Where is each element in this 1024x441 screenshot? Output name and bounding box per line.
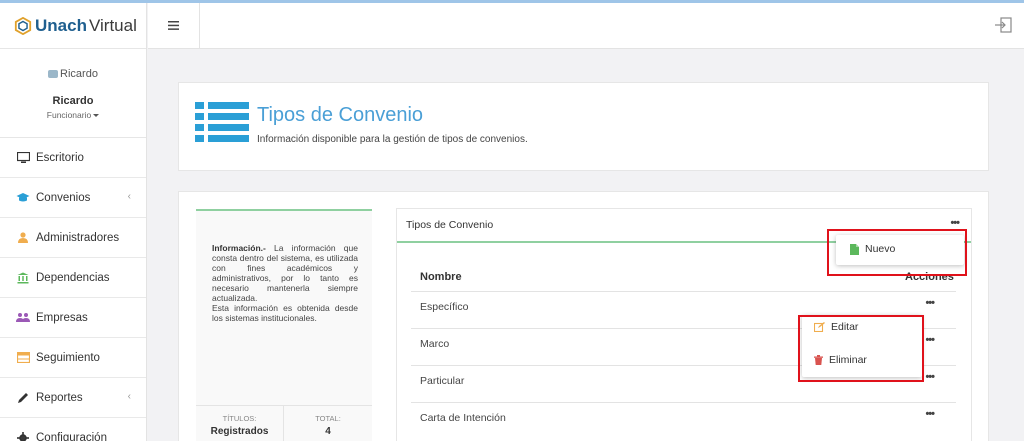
stat-total: TOTAL: 4 [284,406,372,441]
chevron-left-icon: ‹ [127,391,131,402]
row-name: Particular [420,375,465,387]
stat-value: 4 [325,426,331,437]
avatar: Ricardo [48,68,98,80]
sidebar-item-reportes[interactable]: Reportes ‹ [0,378,146,418]
hexagon-logo-icon [14,16,32,35]
highlight-box-nuevo [827,229,967,276]
list-icon [195,102,249,142]
page-subtitle: Información disponible para la gestión d… [257,134,528,145]
user-panel: Ricardo Ricardo Funcionario [0,49,146,138]
user-role-dropdown[interactable]: Funcionario [0,110,146,120]
table-icon [16,351,30,365]
row-name: Específico [420,301,469,313]
user-name: Ricardo [52,95,94,107]
row-actions-icon[interactable]: ••• [925,334,935,346]
stat-value: Registrados [210,426,269,437]
page-header: Tipos de Convenio Información disponible… [178,82,989,171]
stat-titulos: TÍTULOS: Registrados [196,406,284,441]
users-icon [16,311,30,325]
more-options-icon[interactable]: ••• [950,217,960,229]
menu-toggle-button[interactable] [148,3,200,48]
brand-logo[interactable]: Unach Virtual [0,3,146,49]
sidebar-item-empresas[interactable]: Empresas [0,298,146,338]
info-text: Información.- La información que consta … [212,243,358,323]
page-title: Tipos de Convenio [257,104,424,126]
table-card-title: Tipos de Convenio [406,219,494,231]
row-actions-icon[interactable]: ••• [925,371,935,383]
row-name: Carta de Intención [420,412,506,424]
user-role: Funcionario [46,110,92,120]
brand-name-light: Virtual [88,15,137,35]
chevron-left-icon: ‹ [127,191,131,202]
sidebar: Unach Virtual Ricardo Ricardo Funcionari… [0,3,147,441]
sidebar-item-label: Convenios [36,191,91,204]
stat-label: TÍTULOS: [222,414,257,423]
top-bar [148,3,1024,49]
sidebar-item-convenios[interactable]: Convenios ‹ [0,178,146,218]
avatar-alt-text: Ricardo [60,68,98,80]
sidebar-item-label: Administradores [36,231,120,244]
sidebar-item-label: Escritorio [36,151,84,164]
sidebar-item-label: Seguimiento [36,351,100,364]
user-icon [16,231,30,245]
highlight-box-row-actions [798,315,924,382]
row-actions-icon[interactable]: ••• [925,408,935,420]
institution-icon [16,271,30,285]
sidebar-item-administradores[interactable]: Administradores [0,218,146,258]
info-box: Información.- La información que consta … [196,209,372,441]
sidebar-item-dependencias[interactable]: Dependencias [0,258,146,298]
desktop-icon [16,151,30,165]
row-actions-icon[interactable]: ••• [925,297,935,309]
sidebar-item-configuracion[interactable]: Configuración [0,418,146,441]
broken-image-icon [48,70,59,78]
gear-icon [16,431,30,441]
sidebar-item-label: Reportes [36,391,83,404]
row-name: Marco [420,338,450,350]
column-header-nombre: Nombre [420,271,462,283]
sidebar-item-label: Configuración [36,431,107,441]
sidebar-item-escritorio[interactable]: Escritorio [0,138,146,178]
info-paragraph-2: Esta información es obtenida desde los s… [212,303,358,323]
stat-label: TOTAL: [315,414,341,423]
brand-name-strong: Unach [35,15,87,35]
sidebar-item-label: Dependencias [36,271,110,284]
info-stats: TÍTULOS: Registrados TOTAL: 4 [196,405,372,441]
table-row: Carta de Intención ••• [411,402,956,439]
sidebar-item-seguimiento[interactable]: Seguimiento [0,338,146,378]
sign-out-icon[interactable] [994,17,1012,33]
graduation-cap-icon [16,191,30,205]
hamburger-icon [168,21,179,30]
info-label: Información.- [212,243,266,253]
sidebar-item-label: Empresas [36,311,88,324]
caret-down-icon [93,114,100,118]
pencil-icon [16,391,30,405]
